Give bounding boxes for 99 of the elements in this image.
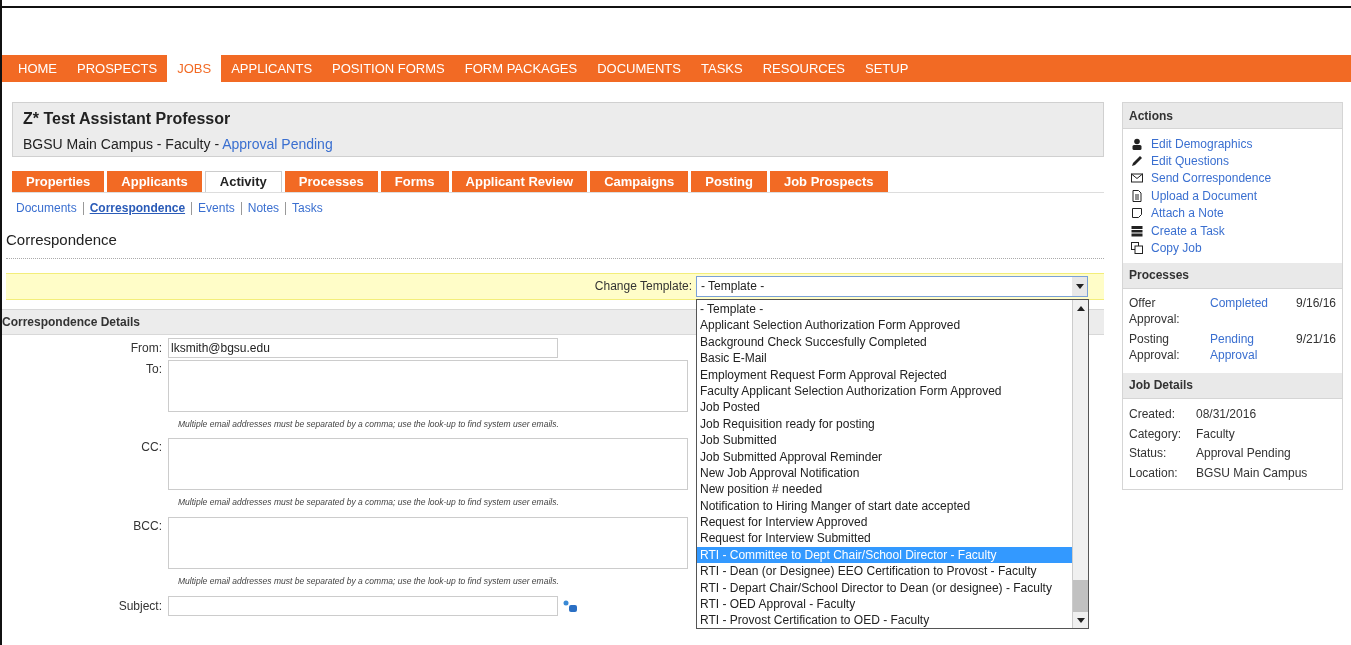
action-link[interactable]: Copy Job bbox=[1151, 239, 1202, 258]
scrollbar[interactable] bbox=[1072, 300, 1088, 628]
sub-tab[interactable]: Tasks bbox=[292, 199, 323, 217]
from-field[interactable]: lksmith@bgsu.edu bbox=[168, 337, 558, 358]
nav-tab[interactable]: POSITION FORMS bbox=[322, 55, 455, 82]
action-link[interactable]: Edit Demographics bbox=[1151, 134, 1253, 153]
detail-label: Status: bbox=[1129, 445, 1168, 463]
nav-tab[interactable]: APPLICANTS bbox=[221, 55, 323, 82]
job-tab[interactable]: Campaigns bbox=[590, 171, 689, 192]
job-tab[interactable]: Applicants bbox=[107, 171, 202, 192]
template-option[interactable]: Notification to Hiring Manger of start date accepted bbox=[697, 497, 1072, 515]
template-option[interactable]: RTI - Dean (or Designee) EEO Certification to Provost - Faculty bbox=[697, 563, 1072, 580]
scroll-up-icon[interactable] bbox=[1076, 305, 1085, 311]
job-tab[interactable]: Posting bbox=[691, 171, 767, 192]
job-title: Z* Test Assistant Professor bbox=[23, 109, 232, 129]
mail-icon bbox=[1131, 172, 1143, 185]
nav-tab[interactable]: FORM PACKAGES bbox=[454, 55, 588, 82]
template-option[interactable]: Request for Interview Approved bbox=[697, 514, 1072, 531]
detail-value: BGSU Main Campus bbox=[1196, 465, 1308, 482]
job-subtitle: BGSU Main Campus - Faculty - bbox=[23, 136, 221, 152]
job-tab[interactable]: Processes bbox=[284, 171, 378, 192]
action-link[interactable]: Edit Questions bbox=[1151, 152, 1230, 171]
field-label: BCC: bbox=[132, 518, 163, 535]
note-icon bbox=[1131, 207, 1143, 220]
template-option[interactable]: RTI - OED Approval - Faculty bbox=[697, 596, 1072, 613]
field-hint: Multiple email addresses must be separated by a comma; use the look-up to find system user emails. bbox=[178, 496, 559, 509]
user-icon bbox=[1131, 137, 1143, 150]
action-link[interactable]: Send Correspondence bbox=[1151, 169, 1272, 188]
job-tab[interactable]: Properties bbox=[12, 171, 105, 192]
email-field[interactable] bbox=[168, 517, 688, 569]
sub-tab[interactable]: Notes bbox=[247, 199, 280, 217]
template-option[interactable]: Basic E-Mail bbox=[697, 350, 1072, 367]
field-label: Subject: bbox=[117, 597, 163, 615]
nav-tab[interactable]: JOBS bbox=[167, 55, 222, 82]
scroll-thumb[interactable] bbox=[1073, 580, 1088, 612]
template-option[interactable]: Applicant Selection Authorization Form Approved bbox=[697, 317, 1072, 334]
field-hint: Multiple email addresses must be separated by a comma; use the look-up to find system user emails. bbox=[178, 575, 559, 588]
nav-tab[interactable]: DOCUMENTS bbox=[587, 55, 691, 82]
action-link[interactable]: Create a Task bbox=[1151, 221, 1225, 240]
email-field[interactable] bbox=[168, 359, 688, 412]
detail-label: Category: bbox=[1129, 426, 1183, 443]
process-date: 9/21/16 bbox=[1295, 330, 1336, 348]
panel-header: Job Details bbox=[1123, 372, 1342, 399]
subject-field[interactable] bbox=[168, 595, 558, 616]
panel-header: Actions bbox=[1123, 103, 1342, 129]
template-option[interactable]: Employment Request Form Approval Rejected bbox=[697, 366, 1072, 383]
job-tab[interactable]: Job Prospects bbox=[769, 171, 888, 192]
panel-header: Processes bbox=[1123, 262, 1342, 289]
job-tab[interactable]: Activity bbox=[204, 171, 282, 192]
action-link[interactable]: Upload a Document bbox=[1151, 186, 1258, 205]
nav-tab[interactable]: SETUP bbox=[855, 55, 919, 82]
template-option[interactable]: RTI - Provost Certification to OED - Faculty bbox=[697, 612, 1072, 629]
nav-tab[interactable]: HOME bbox=[8, 55, 67, 82]
action-link[interactable]: Attach a Note bbox=[1151, 204, 1224, 223]
template-option[interactable]: Job Requisition ready for posting bbox=[697, 415, 1072, 433]
lookup-icon[interactable] bbox=[562, 598, 578, 613]
template-option[interactable]: RTI - Committee to Dept Chair/School Director - Faculty bbox=[697, 546, 1072, 564]
detail-value: Faculty bbox=[1196, 426, 1235, 443]
detail-value: 08/31/2016 bbox=[1196, 406, 1257, 424]
template-option[interactable]: Request for Interview Submitted bbox=[697, 530, 1072, 547]
sub-tab[interactable]: Events bbox=[198, 199, 235, 217]
email-field[interactable] bbox=[168, 438, 688, 491]
template-label: Change Template: bbox=[594, 278, 692, 295]
detail-value: Approval Pending bbox=[1196, 445, 1291, 463]
process-date: 9/16/16 bbox=[1295, 294, 1336, 312]
template-option[interactable]: Job Posted bbox=[697, 399, 1072, 416]
task-icon bbox=[1131, 224, 1143, 237]
template-option[interactable]: New position # needed bbox=[697, 481, 1072, 498]
template-option[interactable]: New Job Approval Notification bbox=[697, 464, 1072, 482]
copy-icon bbox=[1131, 242, 1143, 255]
sub-tab[interactable]: Correspondence bbox=[89, 199, 186, 217]
sub-tab[interactable]: Documents bbox=[16, 199, 77, 217]
caret-icon bbox=[1075, 283, 1084, 289]
process-name: Posting Approval: bbox=[1129, 330, 1181, 363]
template-option[interactable]: Job Submitted bbox=[697, 432, 1072, 449]
scroll-down-icon[interactable] bbox=[1076, 617, 1085, 623]
template-option[interactable]: RTI - Depart Chair/School Director to Dean (or designee) - Faculty bbox=[697, 579, 1072, 597]
template-option[interactable]: Background Check Succesfully Completed bbox=[697, 333, 1072, 351]
detail-label: Location: bbox=[1129, 465, 1179, 482]
section-title: Correspondence bbox=[6, 229, 1104, 259]
process-status[interactable]: Completed bbox=[1210, 294, 1282, 327]
nav-tab[interactable]: TASKS bbox=[691, 55, 753, 82]
field-hint: Multiple email addresses must be separated by a comma; use the look-up to find system user emails. bbox=[178, 417, 559, 431]
field-label: CC: bbox=[140, 439, 163, 457]
field-label: From: bbox=[129, 339, 163, 357]
job-tab[interactable]: Applicant Review bbox=[451, 171, 588, 192]
nav-tab[interactable]: PROSPECTS bbox=[67, 55, 168, 82]
template-option[interactable]: Faculty Applicant Selection Authorization Form Approved bbox=[697, 382, 1072, 400]
nav-tab[interactable]: RESOURCES bbox=[752, 55, 855, 82]
template-option[interactable]: Job Submitted Approval Reminder bbox=[697, 448, 1072, 465]
detail-label: Created: bbox=[1129, 406, 1177, 424]
job-tab[interactable]: Forms bbox=[380, 171, 449, 192]
field-label: To: bbox=[145, 360, 163, 378]
template-select[interactable]: - Template - bbox=[696, 275, 1088, 297]
process-status[interactable]: Pending Approval bbox=[1210, 330, 1282, 363]
pencil-icon bbox=[1131, 155, 1143, 168]
document-icon bbox=[1131, 189, 1143, 202]
status-link[interactable]: Approval Pending bbox=[222, 136, 333, 152]
process-name: Offer Approval: bbox=[1129, 294, 1181, 327]
